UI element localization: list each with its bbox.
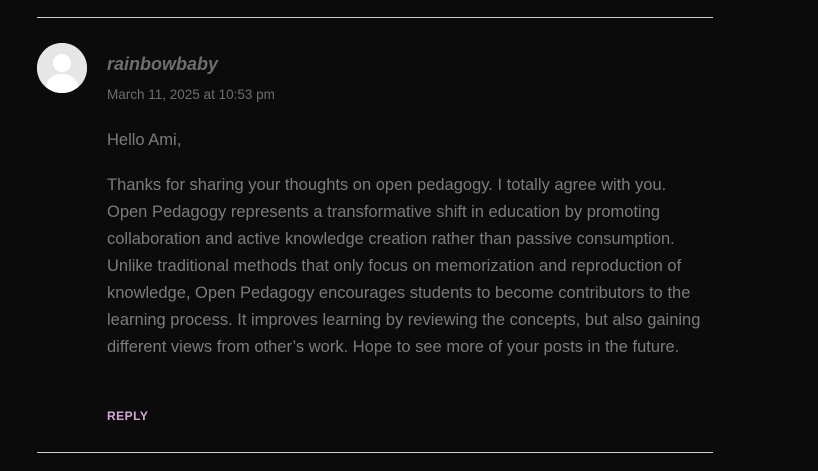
comment-paragraph: Thanks for sharing your thoughts on open… <box>107 176 701 356</box>
comment-greeting: Hello Ami, <box>107 131 182 149</box>
comment-content: Hello Ami, Thanks for sharing your thoug… <box>107 127 707 379</box>
default-user-avatar-icon <box>37 43 87 93</box>
comment-author-link[interactable]: rainbowbaby <box>107 54 218 75</box>
comment-divider-top <box>37 17 713 18</box>
comment-date-link[interactable]: March 11, 2025 at 10:53 pm <box>107 87 275 102</box>
reply-link[interactable]: REPLY <box>107 409 148 423</box>
comment-divider-bottom <box>37 452 713 453</box>
